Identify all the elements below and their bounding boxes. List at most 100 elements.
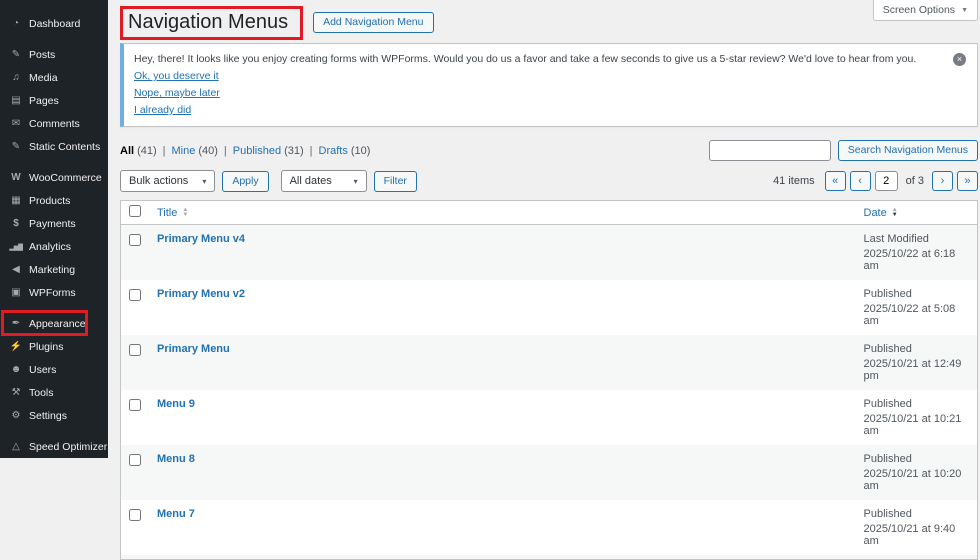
sidebar-item-speed-optimizer[interactable]: △ Speed Optimizer bbox=[0, 435, 108, 458]
filter-all-link[interactable]: All bbox=[120, 145, 134, 157]
pushpin-icon: ✎ bbox=[9, 141, 23, 152]
sidebar-item-settings[interactable]: ⚙ Settings bbox=[0, 404, 108, 427]
sidebar-item-label: Dashboard bbox=[29, 18, 80, 30]
filter-published-count: (31) bbox=[284, 145, 304, 157]
plugin-icon: ⚡ bbox=[9, 341, 23, 352]
sidebar-item-label: Media bbox=[29, 72, 58, 84]
first-page-button[interactable]: « bbox=[825, 171, 846, 191]
sidebar-item-label: Pages bbox=[29, 95, 59, 107]
add-navigation-menu-button[interactable]: Add Navigation Menu bbox=[313, 12, 433, 33]
next-page-button[interactable]: › bbox=[932, 171, 953, 191]
analytics-icon: ▂▅▇ bbox=[9, 243, 23, 251]
row-checkbox[interactable] bbox=[129, 344, 141, 356]
sidebar-item-tools[interactable]: ⚒ Tools bbox=[0, 381, 108, 404]
notice-message: Hey, there! It looks like you enjoy crea… bbox=[134, 53, 943, 65]
review-done-link[interactable]: I already did bbox=[134, 104, 191, 116]
sidebar-item-payments[interactable]: $ Payments bbox=[0, 212, 108, 235]
table-row: Primary Menu Published 2025/10/21 at 12:… bbox=[121, 335, 978, 390]
row-status: Published bbox=[864, 398, 970, 410]
title-column-header[interactable]: Title▲▼ bbox=[149, 201, 856, 225]
search-input[interactable] bbox=[709, 140, 831, 161]
sidebar-item-users[interactable]: ☻ Users bbox=[0, 358, 108, 381]
chevron-down-icon: ▾ bbox=[202, 177, 206, 186]
menu-title-link[interactable]: Primary Menu v4 bbox=[157, 233, 245, 245]
dashboard-icon: ◔ bbox=[9, 18, 23, 29]
row-status: Last Modified bbox=[864, 233, 970, 245]
sidebar-separator bbox=[0, 304, 108, 312]
sidebar-item-plugins[interactable]: ⚡ Plugins bbox=[0, 335, 108, 358]
current-page-input[interactable] bbox=[875, 171, 898, 191]
sidebar-item-posts[interactable]: ✎ Posts bbox=[0, 43, 108, 66]
row-date: 2025/10/21 at 9:40 am bbox=[864, 523, 970, 547]
date-filter-select[interactable]: All dates ▾ bbox=[281, 170, 367, 192]
apply-button[interactable]: Apply bbox=[222, 171, 268, 192]
table-row: Menu 8 Published 2025/10/21 at 10:20 am bbox=[121, 445, 978, 500]
date-column-header[interactable]: Date▲▼ bbox=[856, 201, 978, 225]
filter-published-link[interactable]: Published bbox=[233, 145, 281, 157]
speed-icon: △ bbox=[9, 441, 23, 452]
last-page-button[interactable]: » bbox=[957, 171, 978, 191]
sidebar-item-static-contents[interactable]: ✎ Static Contents bbox=[0, 135, 108, 158]
menu-title-link[interactable]: Menu 8 bbox=[157, 453, 195, 465]
status-filter-links: All (41) | Mine (40) | Published (31) | … bbox=[120, 140, 370, 157]
sort-icon: ▲▼ bbox=[182, 208, 188, 218]
menu-title-link[interactable]: Menu 7 bbox=[157, 508, 195, 520]
sidebar-item-label: Posts bbox=[29, 49, 55, 61]
sidebar-item-label: Marketing bbox=[29, 264, 75, 276]
list-controls: All (41) | Mine (40) | Published (31) | … bbox=[120, 140, 978, 161]
payments-icon: $ bbox=[9, 218, 23, 229]
row-date: 2025/10/21 at 12:49 pm bbox=[864, 358, 970, 382]
row-status: Published bbox=[864, 453, 970, 465]
row-checkbox[interactable] bbox=[129, 454, 141, 466]
screen-options-button[interactable]: Screen Options ▼ bbox=[873, 0, 978, 21]
sidebar-item-pages[interactable]: ▤ Pages bbox=[0, 89, 108, 112]
bulk-actions-group: Bulk actions ▾ Apply All dates ▾ Filter bbox=[120, 170, 417, 192]
filter-mine-link[interactable]: Mine bbox=[171, 145, 195, 157]
sidebar-item-label: Appearance bbox=[29, 318, 86, 330]
sidebar-item-media[interactable]: ♫ Media bbox=[0, 66, 108, 89]
review-later-link[interactable]: Nope, maybe later bbox=[134, 87, 220, 99]
search-box: Search Navigation Menus bbox=[709, 140, 978, 161]
menu-title-link[interactable]: Menu 9 bbox=[157, 398, 195, 410]
sidebar-separator bbox=[0, 158, 108, 166]
row-checkbox[interactable] bbox=[129, 509, 141, 521]
row-checkbox[interactable] bbox=[129, 399, 141, 411]
filter-mine-count: (40) bbox=[198, 145, 218, 157]
menu-title-link[interactable]: Primary Menu bbox=[157, 343, 230, 355]
sidebar-item-analytics[interactable]: ▂▅▇ Analytics bbox=[0, 235, 108, 258]
menus-table: Title▲▼ Date▲▼ Primary Menu v4 Last Modi… bbox=[120, 200, 978, 560]
sidebar-item-wpforms[interactable]: ▣ WPForms bbox=[0, 281, 108, 304]
wpforms-review-notice: Hey, there! It looks like you enjoy crea… bbox=[120, 43, 978, 127]
sidebar-item-label: Users bbox=[29, 364, 56, 376]
sidebar-item-woocommerce[interactable]: W WooCommerce bbox=[0, 166, 108, 189]
filter-drafts-link[interactable]: Drafts bbox=[319, 145, 348, 157]
sidebar-item-dashboard[interactable]: ◔ Dashboard bbox=[0, 12, 108, 35]
sidebar-item-products[interactable]: ▦ Products bbox=[0, 189, 108, 212]
pagination: 41 items « ‹ of 3 › » bbox=[773, 171, 978, 191]
user-icon: ☻ bbox=[9, 364, 23, 375]
chevron-down-icon: ▼ bbox=[961, 7, 968, 14]
sidebar-item-marketing[interactable]: ◀ Marketing bbox=[0, 258, 108, 281]
row-date: 2025/10/21 at 10:21 am bbox=[864, 413, 970, 437]
pages-icon: ▤ bbox=[9, 95, 23, 106]
table-row: Menu 9 Published 2025/10/21 at 10:21 am bbox=[121, 390, 978, 445]
review-yes-link[interactable]: Ok, you deserve it bbox=[134, 70, 219, 82]
screen-options-label: Screen Options bbox=[883, 4, 955, 16]
sidebar-item-label: WPForms bbox=[29, 287, 76, 299]
select-all-checkbox[interactable] bbox=[129, 205, 141, 217]
filter-button[interactable]: Filter bbox=[374, 171, 417, 192]
paintbrush-icon: ✒ bbox=[9, 318, 23, 329]
sidebar-item-comments[interactable]: ✉ Comments bbox=[0, 112, 108, 135]
woocommerce-icon: W bbox=[9, 172, 23, 183]
date-filter-value: All dates bbox=[290, 175, 332, 187]
search-navigation-menus-button[interactable]: Search Navigation Menus bbox=[838, 140, 978, 161]
row-checkbox[interactable] bbox=[129, 234, 141, 246]
sidebar-item-appearance[interactable]: ✒ Appearance bbox=[0, 312, 108, 335]
previous-page-button[interactable]: ‹ bbox=[850, 171, 871, 191]
bulk-actions-select[interactable]: Bulk actions ▾ bbox=[120, 170, 215, 192]
dismiss-notice-icon[interactable]: × bbox=[953, 53, 966, 66]
wrench-icon: ⚒ bbox=[9, 387, 23, 398]
menu-title-link[interactable]: Primary Menu v2 bbox=[157, 288, 245, 300]
row-checkbox[interactable] bbox=[129, 289, 141, 301]
row-date: 2025/10/22 at 5:08 am bbox=[864, 303, 970, 327]
